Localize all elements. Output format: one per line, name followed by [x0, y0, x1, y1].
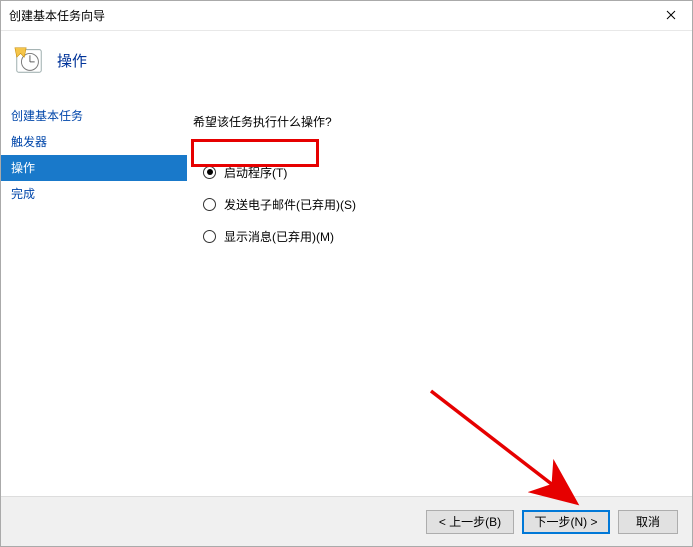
- footer: < 上一步(B) 下一步(N) > 取消: [1, 496, 692, 546]
- next-button[interactable]: 下一步(N) >: [522, 510, 610, 534]
- cancel-button[interactable]: 取消: [618, 510, 678, 534]
- sidebar-item-finish[interactable]: 完成: [1, 181, 187, 207]
- option-start-program[interactable]: 启动程序(T): [193, 158, 672, 186]
- header: 操作: [1, 31, 692, 89]
- task-clock-icon: [13, 44, 45, 76]
- sidebar-item-trigger[interactable]: 触发器: [1, 129, 187, 155]
- radio-icon: [203, 166, 216, 179]
- close-button[interactable]: [650, 2, 692, 30]
- option-show-message[interactable]: 显示消息(已弃用)(M): [193, 222, 672, 250]
- option-label: 启动程序(T): [224, 164, 287, 181]
- content-area: 希望该任务执行什么操作? 启动程序(T) 发送电子邮件(已弃用)(S) 显示消息…: [187, 89, 692, 496]
- body: 创建基本任务 触发器 操作 完成 希望该任务执行什么操作? 启动程序(T) 发送…: [1, 89, 692, 496]
- sidebar-item-action[interactable]: 操作: [1, 155, 187, 181]
- page-title: 操作: [57, 50, 87, 71]
- window-title: 创建基本任务向导: [9, 7, 105, 24]
- option-label: 显示消息(已弃用)(M): [224, 228, 334, 245]
- option-send-email[interactable]: 发送电子邮件(已弃用)(S): [193, 190, 672, 218]
- radio-icon: [203, 230, 216, 243]
- option-label: 发送电子邮件(已弃用)(S): [224, 196, 356, 213]
- wizard-window: 创建基本任务向导 操作 创建基本任务 触发器 操作 完成 希望该任务: [0, 0, 693, 547]
- sidebar-item-create[interactable]: 创建基本任务: [1, 103, 187, 129]
- back-button[interactable]: < 上一步(B): [426, 510, 514, 534]
- close-icon: [666, 9, 676, 23]
- sidebar: 创建基本任务 触发器 操作 完成: [1, 89, 187, 496]
- titlebar: 创建基本任务向导: [1, 1, 692, 31]
- prompt-text: 希望该任务执行什么操作?: [193, 113, 672, 130]
- radio-icon: [203, 198, 216, 211]
